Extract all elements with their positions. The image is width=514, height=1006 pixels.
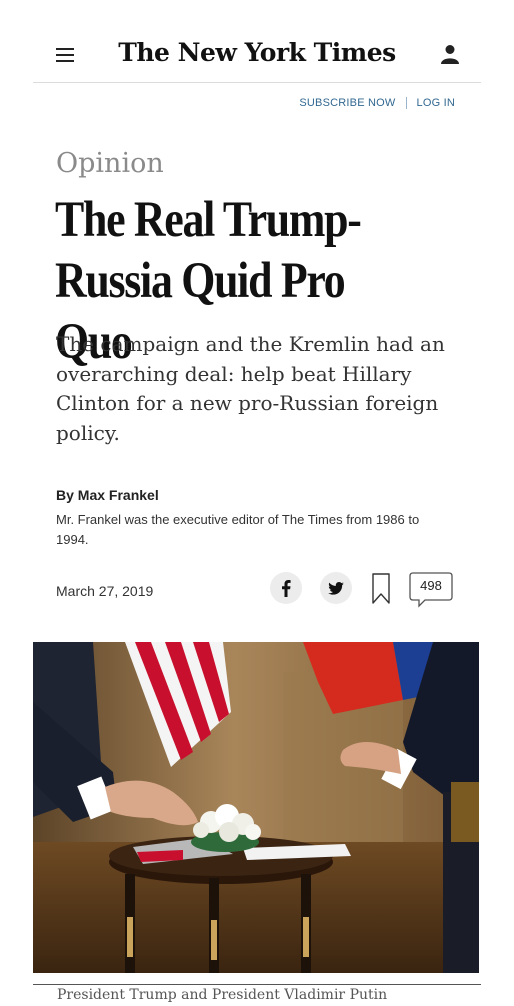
author-byline[interactable]: By Max Frankel [56, 487, 159, 503]
facebook-share-button[interactable] [270, 572, 302, 604]
login-link[interactable]: LOG IN [417, 97, 456, 109]
masthead: The New York Times [33, 30, 481, 83]
article-photo [33, 642, 479, 973]
author-bio: Mr. Frankel was the executive editor of … [56, 512, 420, 547]
twitter-icon [328, 581, 344, 595]
facebook-icon [282, 579, 291, 597]
nyt-logo[interactable]: The New York Times [33, 38, 481, 67]
subscribe-link[interactable]: SUBSCRIBE NOW [299, 97, 395, 109]
user-icon[interactable] [441, 44, 459, 64]
bookmark-icon[interactable] [371, 572, 391, 606]
photo-illustration [33, 642, 479, 973]
twitter-share-button[interactable] [320, 572, 352, 604]
article-summary: The campaign and the Kremlin had an over… [56, 332, 445, 445]
comments-button[interactable]: 498 [409, 572, 453, 608]
account-links: SUBSCRIBE NOW LOG IN [299, 97, 455, 109]
section-label[interactable]: Opinion [56, 148, 164, 179]
divider [405, 97, 407, 109]
comment-count: 498 [420, 578, 442, 593]
publish-date: March 27, 2019 [56, 583, 154, 599]
photo-caption: President Trump and President Vladimir P… [33, 984, 481, 1006]
